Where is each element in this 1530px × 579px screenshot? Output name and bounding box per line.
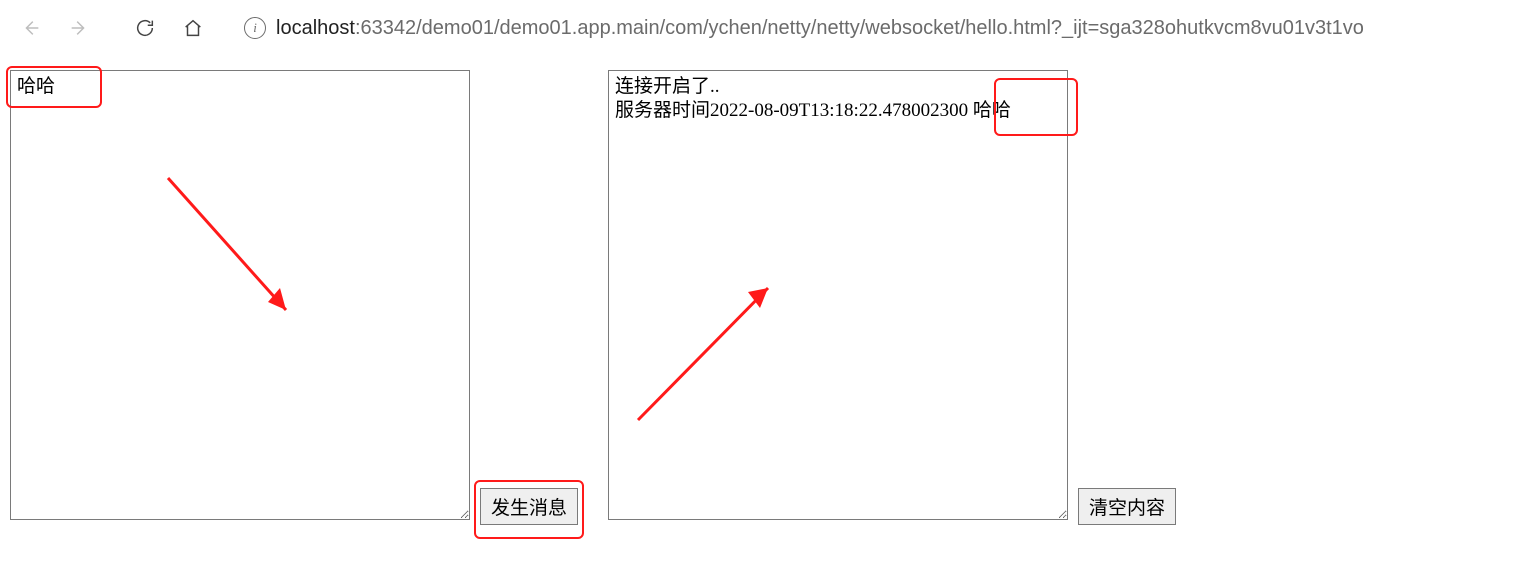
arrow-left-icon	[20, 17, 42, 39]
input-area-wrap	[10, 70, 470, 525]
browser-toolbar: i localhost:63342/demo01/demo01.app.main…	[0, 0, 1530, 56]
back-button[interactable]	[10, 7, 52, 49]
address-bar[interactable]: i localhost:63342/demo01/demo01.app.main…	[238, 9, 1520, 47]
log-area-wrap	[608, 70, 1068, 525]
send-button[interactable]: 发生消息	[480, 488, 578, 525]
url-path: :63342/demo01/demo01.app.main/com/ychen/…	[355, 17, 1364, 39]
forward-button[interactable]	[58, 7, 100, 49]
home-button[interactable]	[172, 7, 214, 49]
reload-button[interactable]	[124, 7, 166, 49]
reload-icon	[134, 17, 156, 39]
site-info-icon[interactable]: i	[244, 17, 266, 39]
url-display: localhost:63342/demo01/demo01.app.main/c…	[276, 17, 1364, 40]
server-log[interactable]	[608, 70, 1068, 520]
message-input[interactable]	[10, 70, 470, 520]
home-icon	[182, 17, 204, 39]
arrow-right-icon	[68, 17, 90, 39]
page-body: 发生消息 清空内容	[0, 56, 1530, 539]
url-host: localhost	[276, 17, 355, 39]
clear-button[interactable]: 清空内容	[1078, 488, 1176, 525]
